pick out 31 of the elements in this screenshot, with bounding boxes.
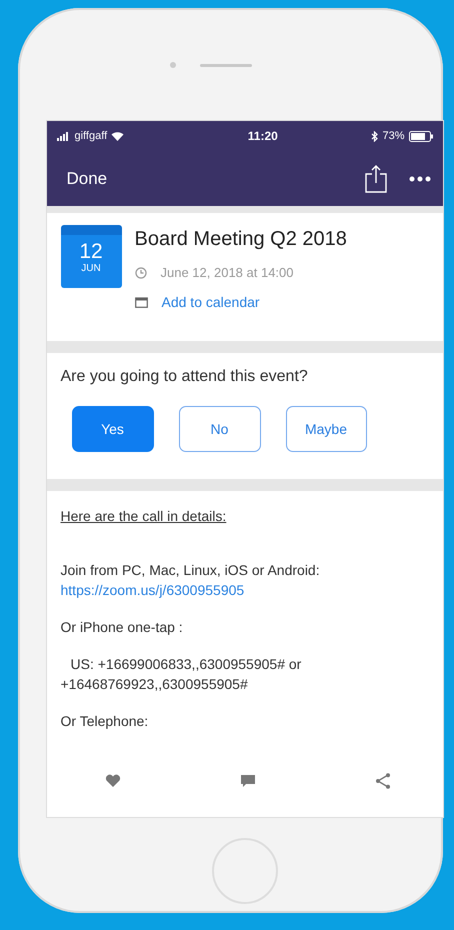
speaker-slot bbox=[200, 64, 252, 66]
comment-icon[interactable] bbox=[240, 774, 256, 788]
carrier-name: giffgaff bbox=[74, 130, 108, 142]
event-title: Board Meeting Q2 2018 bbox=[134, 228, 347, 251]
details-heading: Here are the call in details: bbox=[60, 508, 228, 524]
done-button[interactable]: Done bbox=[46, 168, 108, 188]
details-text: Join from PC, Mac, Linux, iOS or Android: bbox=[60, 562, 320, 578]
attend-question: Are you going to attend this event? bbox=[60, 368, 308, 385]
date-day: 12 bbox=[79, 241, 103, 263]
details-text: Or iPhone one-tap : bbox=[60, 619, 183, 635]
signal-icon bbox=[56, 132, 70, 140]
wifi-icon bbox=[111, 131, 124, 141]
bluetooth-icon bbox=[371, 130, 378, 142]
battery-percent: 73% bbox=[382, 130, 404, 142]
heart-icon[interactable] bbox=[104, 774, 120, 788]
clock-icon bbox=[134, 266, 146, 278]
date-month: JUN bbox=[81, 263, 101, 274]
add-to-calendar-link[interactable]: Add to calendar bbox=[162, 294, 260, 310]
rsvp-button[interactable]: Maybe bbox=[286, 406, 366, 452]
rsvp-button[interactable]: Yes bbox=[72, 406, 154, 452]
details-text: US: +16699006833,,6300955905# or +16468769923,,6300955905# bbox=[60, 656, 302, 692]
clock-time: 11:20 bbox=[248, 129, 278, 143]
battery-icon bbox=[408, 130, 432, 142]
camera-dot bbox=[170, 62, 176, 68]
rsvp-button[interactable]: No bbox=[178, 406, 260, 452]
more-icon[interactable] bbox=[408, 176, 430, 182]
share-icon[interactable] bbox=[364, 164, 386, 192]
event-datetime: June 12, 2018 at 14:00 bbox=[160, 265, 294, 280]
details-text: Or Telephone: bbox=[60, 713, 148, 729]
meeting-link[interactable]: https://zoom.us/j/6300955905 bbox=[60, 580, 428, 600]
calendar-icon bbox=[134, 296, 148, 308]
